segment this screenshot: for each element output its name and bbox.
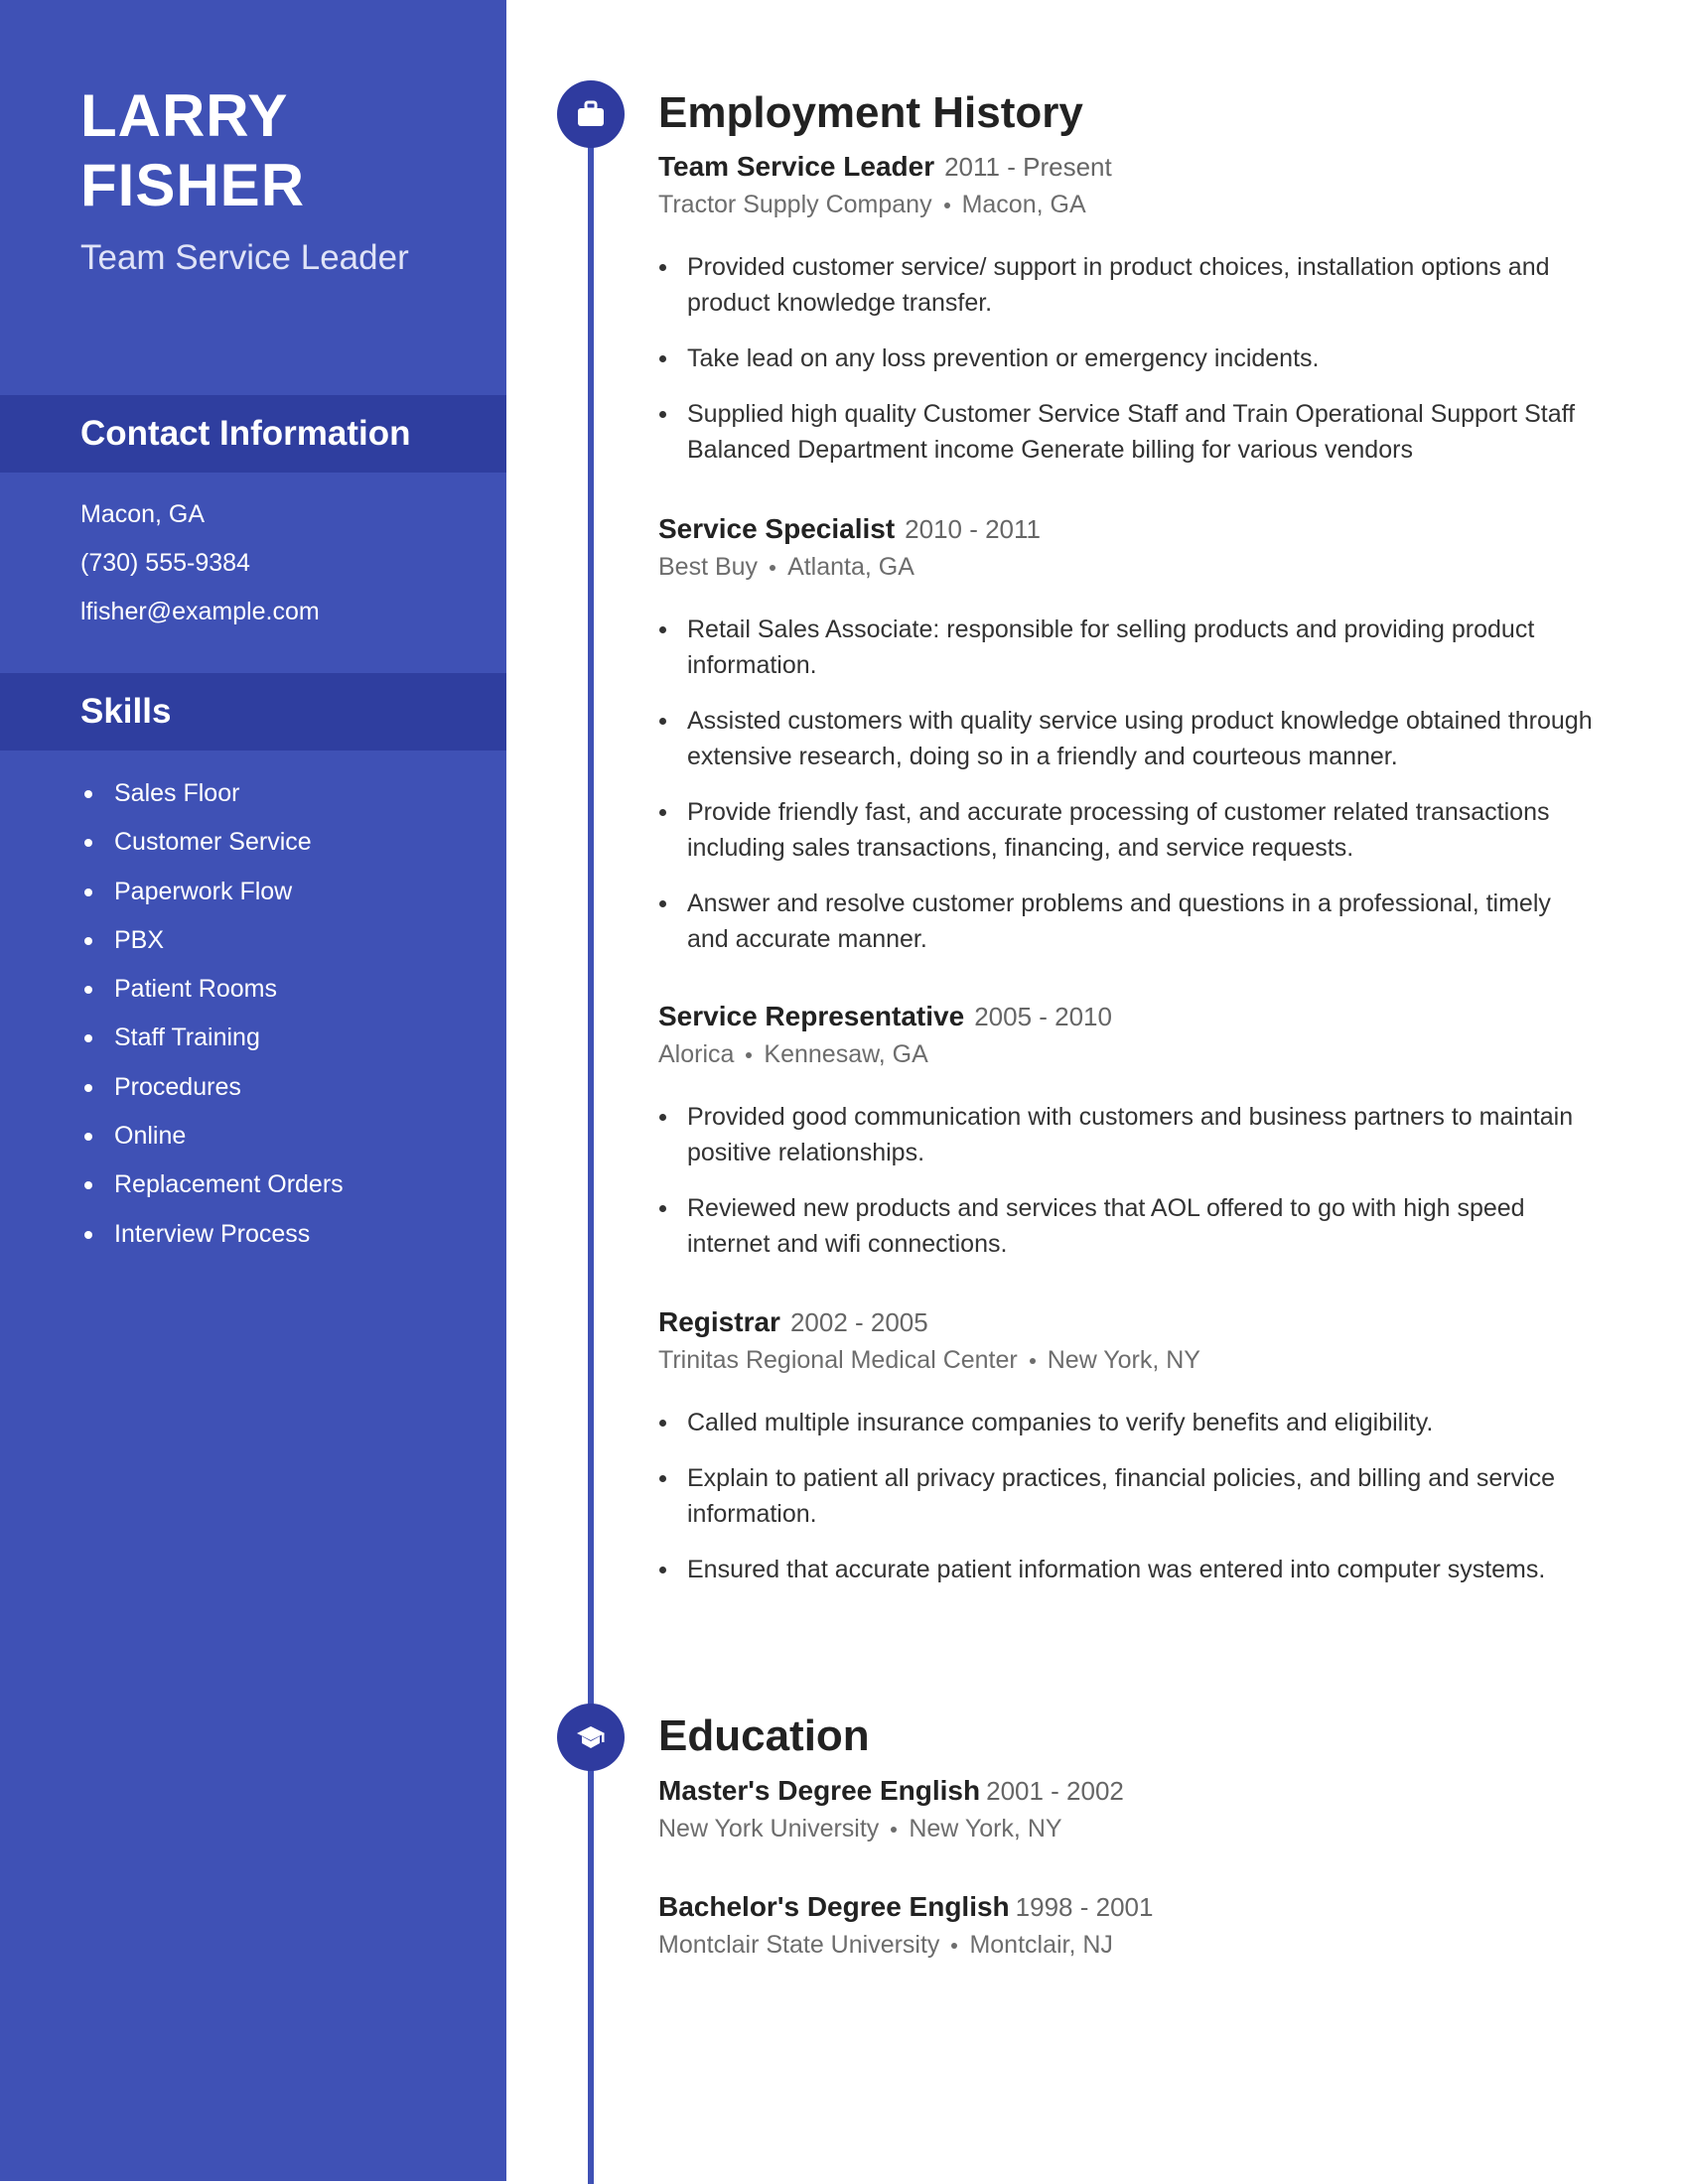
contact-email[interactable]: lfisher@example.com (80, 588, 320, 636)
skills-heading-band: Skills (0, 673, 506, 751)
separator-dot (770, 565, 776, 572)
skill-item: Procedures (80, 1063, 344, 1112)
graduation-cap-icon (577, 1726, 605, 1748)
job-dates: 2010 - 2011 (905, 514, 1042, 544)
job-entry: Service Specialist 2010 - 2011 Best Buy At… (658, 510, 1612, 977)
skill-item: Paperwork Flow (80, 868, 344, 916)
job-entry: Service Representative 2005 - 2010 Aloric… (658, 998, 1612, 1282)
skill-item: Customer Service (80, 818, 344, 867)
job-bullet: Assisted customers with quality service … (658, 703, 1596, 774)
education-icon-badge (557, 1704, 625, 1771)
separator-dot (891, 1827, 898, 1834)
job-bullet: Answer and resolve customer problems and… (658, 886, 1596, 957)
education-entry: Bachelor's Degree English 1998 - 2001 Mon… (658, 1888, 1612, 1964)
job-company: Tractor Supply Company (658, 191, 932, 218)
skill-item: Online (80, 1112, 344, 1160)
job-dates: 2005 - 2010 (974, 1002, 1112, 1031)
job-entry: Team Service Leader 2011 - Present Tracto… (658, 148, 1612, 487)
job-location: New York, NY (1047, 1346, 1200, 1374)
job-bullet: Reviewed new products and services that … (658, 1190, 1596, 1262)
job-bullet: Ensured that accurate patient informatio… (658, 1552, 1596, 1587)
job-bullet: Provide friendly fast, and accurate proc… (658, 794, 1596, 866)
contact-location: Macon, GA (80, 500, 206, 528)
job-bullet: Supplied high quality Customer Service S… (658, 396, 1596, 468)
education-heading: Education (658, 1711, 870, 1760)
skills-list: Sales Floor Customer Service Paperwork F… (80, 769, 344, 1259)
job-company: Alorica (658, 1040, 735, 1068)
separator-dot (1029, 1358, 1036, 1365)
degree-dates: 2001 - 2002 (986, 1776, 1124, 1806)
briefcase-icon (578, 100, 604, 126)
degree-location: Montclair, NJ (969, 1931, 1113, 1959)
degree-title: Bachelor's Degree English (658, 1891, 1010, 1922)
degree-dates: 1998 - 2001 (1015, 1892, 1154, 1922)
contact-heading: Contact Information (80, 414, 411, 453)
degree-title: Master's Degree English (658, 1775, 981, 1806)
job-title: Team Service Leader (658, 151, 935, 182)
skill-item: Patient Rooms (80, 965, 344, 1014)
job-bullets: Retail Sales Associate: responsible for … (658, 612, 1612, 957)
job-bullet: Retail Sales Associate: responsible for … (658, 612, 1596, 683)
job-bullet: Explain to patient all privacy practices… (658, 1460, 1596, 1532)
sidebar: LARRY FISHER Team Service Leader Contact… (0, 0, 506, 2181)
separator-dot (943, 203, 950, 209)
job-entry: Registrar 2002 - 2005 Trinitas Regional M… (658, 1303, 1612, 1607)
separator-dot (746, 1052, 753, 1059)
employment-icon-badge (557, 80, 625, 148)
job-bullets: Provided customer service/ support in pr… (658, 249, 1612, 468)
contact-heading-band: Contact Information (0, 395, 506, 473)
skill-item: Staff Training (80, 1014, 344, 1062)
job-company: Trinitas Regional Medical Center (658, 1346, 1018, 1374)
degree-school: New York University (658, 1815, 880, 1843)
job-bullets: Provided good communication with custome… (658, 1099, 1612, 1262)
job-dates: 2011 - Present (944, 152, 1112, 182)
job-bullet: Called multiple insurance companies to v… (658, 1405, 1596, 1440)
job-bullets: Called multiple insurance companies to v… (658, 1405, 1612, 1587)
separator-dot (951, 1943, 958, 1950)
education-entry: Master's Degree English 2001 - 2002 New Y… (658, 1772, 1612, 1847)
employment-heading: Employment History (658, 88, 1083, 137)
degree-location: New York, NY (909, 1815, 1062, 1843)
job-bullet: Provided good communication with custome… (658, 1099, 1596, 1170)
skill-item: PBX (80, 916, 344, 965)
headline: Team Service Leader (80, 238, 409, 277)
job-location: Kennesaw, GA (764, 1040, 928, 1068)
skill-item: Interview Process (80, 1210, 344, 1259)
skill-item: Sales Floor (80, 769, 344, 818)
job-title: Service Specialist (658, 513, 896, 544)
first-name: LARRY (80, 82, 289, 149)
contact-phone: (730) 555-9384 (80, 549, 250, 577)
skill-item: Replacement Orders (80, 1160, 344, 1209)
job-location: Atlanta, GA (787, 553, 914, 581)
degree-school: Montclair State University (658, 1931, 940, 1959)
job-title: Registrar (658, 1306, 780, 1337)
candidate-name: LARRY FISHER (80, 81, 305, 220)
job-dates: 2002 - 2005 (789, 1307, 928, 1337)
skills-heading: Skills (80, 692, 172, 731)
job-bullet: Take lead on any loss prevention or emer… (658, 341, 1596, 376)
job-company: Best Buy (658, 553, 759, 581)
last-name: FISHER (80, 152, 306, 218)
job-bullet: Provided customer service/ support in pr… (658, 249, 1596, 321)
timeline-line (588, 114, 594, 2184)
job-location: Macon, GA (961, 191, 1086, 218)
contact-list: Macon, GA (730) 555-9384 lfisher@example… (80, 490, 320, 636)
job-title: Service Representative (658, 1001, 965, 1031)
